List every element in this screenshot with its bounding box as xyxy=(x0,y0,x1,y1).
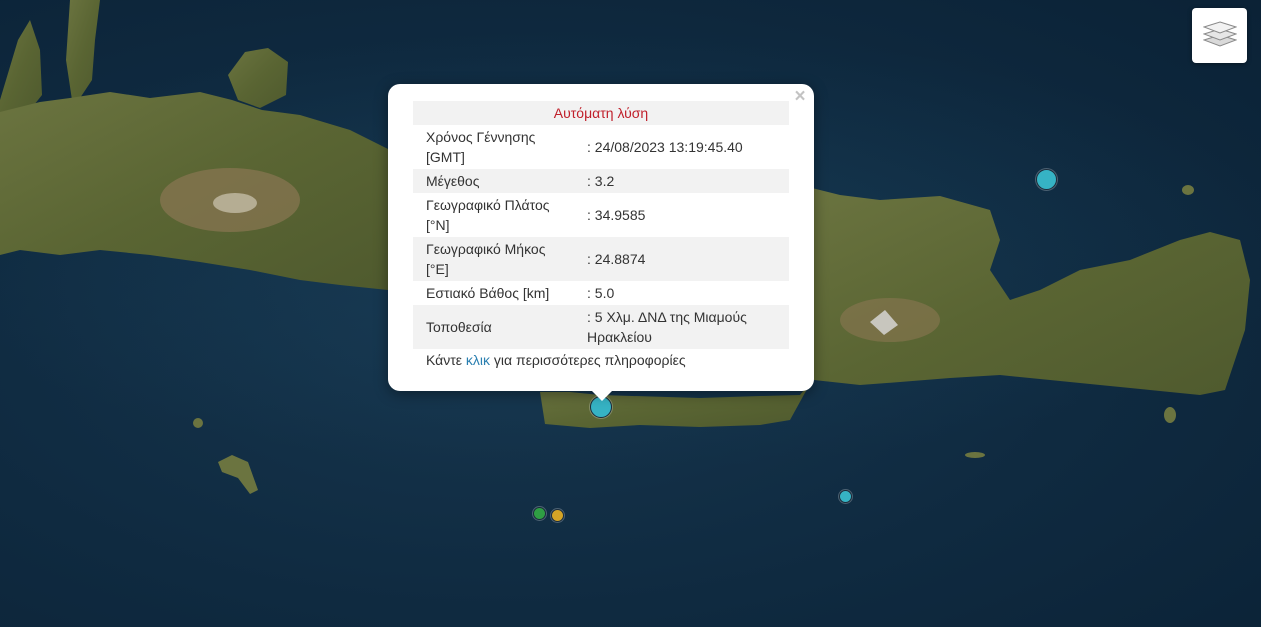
magnitude-value: : 3.2 xyxy=(582,169,789,193)
more-info-prefix: Κάντε xyxy=(426,352,466,368)
earthquake-details-table: Αυτόματη λύση Χρόνος Γέννησης [GMT] : 24… xyxy=(413,101,789,349)
latitude-value: : 34.9585 xyxy=(587,207,646,223)
layers-control-button[interactable] xyxy=(1192,8,1247,63)
origin-time-value: : 24/08/2023 13:19:45.40 xyxy=(587,139,743,155)
earthquake-info-popup: × Αυτόματη λύση Χρόνος Γέννησης [GMT] : … xyxy=(388,84,814,391)
gavdos-island xyxy=(218,455,258,494)
popup-title: Αυτόματη λύση xyxy=(413,101,789,125)
depth-value: : 5.0 xyxy=(587,285,615,301)
depth-label: Εστιακό Βάθος [km] xyxy=(426,285,550,301)
latitude-label: Γεωγραφικό Πλάτος [°N] xyxy=(426,197,550,233)
more-info-suffix: για περισσότερες πληροφορίες xyxy=(490,352,686,368)
location-label: Τοποθεσία xyxy=(413,305,582,349)
quake-marker-ne[interactable] xyxy=(1036,169,1057,190)
quake-marker-green[interactable] xyxy=(533,507,546,520)
quake-marker-yellow[interactable] xyxy=(551,509,564,522)
west-peninsula xyxy=(66,0,100,100)
longitude-label: Γεωγραφικό Μήκος [°E] xyxy=(413,237,582,281)
more-info-text: Κάντε κλικ για περισσότερες πληροφορίες xyxy=(426,352,686,368)
quake-marker-se[interactable] xyxy=(839,490,852,503)
layers-icon xyxy=(1201,18,1238,53)
popup-close-button[interactable]: × xyxy=(792,87,808,107)
popup-tip xyxy=(589,388,615,401)
magnitude-label: Μέγεθος xyxy=(413,169,582,193)
origin-time-label: Χρόνος Γέννησης [GMT] xyxy=(426,129,536,165)
location-value: : 5 Χλμ. ΔΝΔ της Μιαμούς Ηρακλείου xyxy=(582,305,789,349)
longitude-value: : 24.8874 xyxy=(582,237,789,281)
more-info-link[interactable]: κλικ xyxy=(466,352,490,368)
